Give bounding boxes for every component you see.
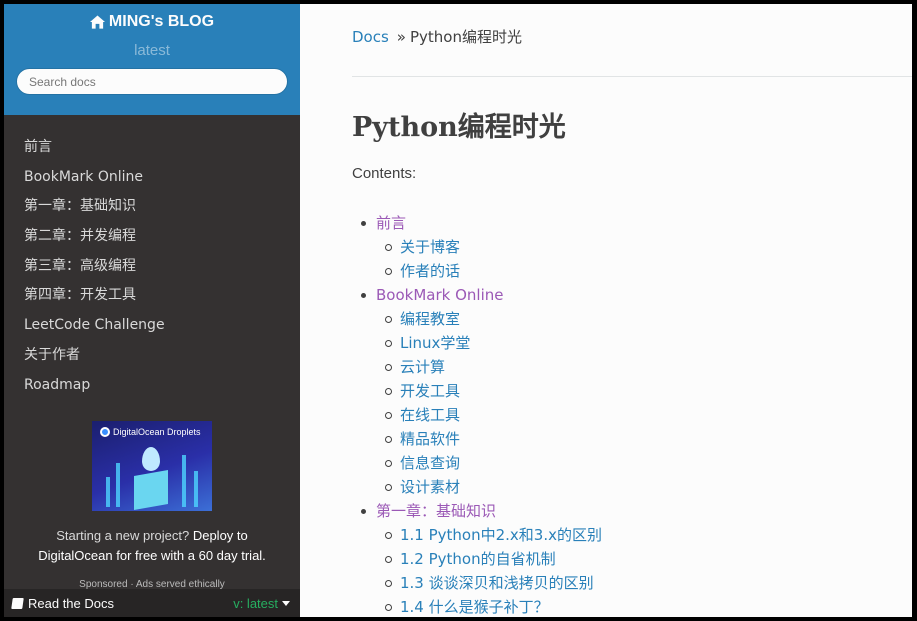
toc-subsection-link[interactable]: 关于博客: [352, 235, 602, 259]
browser-frame: MING's BLOG latest 前言 BookMark Online 第一…: [4, 4, 912, 617]
home-icon: [89, 15, 105, 29]
contents-label: Contents:: [352, 165, 417, 182]
sidebar-item-bookmark[interactable]: BookMark Online: [4, 163, 300, 193]
rtd-label: Read the Docs: [11, 595, 114, 611]
ad-deco-bar: [106, 477, 110, 508]
toc-subsection-link[interactable]: 信息查询: [352, 451, 602, 475]
search-input[interactable]: [16, 68, 288, 95]
toc-subsection-link[interactable]: 开发工具: [352, 379, 602, 403]
version-label: latest: [134, 42, 170, 59]
sidebar-header: MING's BLOG latest: [4, 4, 300, 115]
toc-subsection-link[interactable]: 1.1 Python中2.x和3.x的区别: [352, 523, 602, 547]
toc-subsection-link[interactable]: 精品软件: [352, 427, 602, 451]
rtd-label-text: Read the Docs: [28, 595, 114, 611]
droplet-icon: [142, 447, 160, 472]
book-icon: [11, 597, 24, 609]
brand-link[interactable]: MING's BLOG: [89, 13, 215, 31]
sidebar-item-chapter2[interactable]: 第二章：并发编程: [4, 222, 300, 252]
ad-deco-bar: [182, 455, 186, 508]
toc-section-link[interactable]: BookMark Online: [352, 283, 602, 307]
brand-title: MING's BLOG: [108, 13, 215, 30]
toc-subsection-link[interactable]: Linux学堂: [352, 331, 602, 355]
toc-subsection-link[interactable]: 1.2 Python的自省机制: [352, 547, 602, 571]
toc-section-link[interactable]: 第一章：基础知识: [352, 499, 602, 523]
toc-subsection-link[interactable]: 作者的话: [352, 259, 602, 283]
ad-cube: [134, 470, 168, 511]
sidebar-item-leetcode[interactable]: LeetCode Challenge: [4, 311, 300, 341]
sidebar-item-roadmap[interactable]: Roadmap: [4, 371, 300, 401]
toc-subsection-link[interactable]: 在线工具: [352, 403, 602, 427]
toc-list: 前言 关于博客 作者的话 BookMark Online 编程教室 Linux学堂 云计算开…: [352, 211, 602, 617]
sponsor-ad: DigitalOcean Droplets Starting a new pro…: [4, 421, 300, 590]
sidebar-item-chapter1[interactable]: 第一章：基础知识: [4, 192, 300, 222]
version-switcher-label: v: latest: [233, 595, 278, 611]
sidebar-nav: 前言 BookMark Online 第一章：基础知识 第二章：并发编程 第三章…: [4, 133, 300, 400]
read-the-docs-bar[interactable]: Read the Docs v: latest: [4, 589, 300, 617]
ad-image-title-text: DigitalOcean Droplets: [113, 427, 201, 438]
page-title: Python编程时光: [352, 112, 566, 143]
main-content: Docs» Python编程时光 Python编程时光 Contents: 前言关…: [300, 4, 912, 617]
caret-down-icon: [282, 600, 290, 606]
sidebar-item-preface[interactable]: 前言: [4, 133, 300, 163]
toc-subsection-link[interactable]: 设计素材: [352, 475, 602, 499]
sidebar: MING's BLOG latest 前言 BookMark Online 第一…: [4, 4, 300, 617]
breadcrumb-docs-link[interactable]: Docs: [352, 28, 389, 46]
ad-deco-bar: [116, 463, 120, 508]
toc-section-link[interactable]: 前言: [352, 211, 602, 235]
divider: [352, 76, 912, 77]
digitalocean-logo-icon: [100, 427, 110, 438]
breadcrumb: Docs » Python编程时光: [352, 26, 522, 47]
version-switcher[interactable]: v: latest: [233, 596, 290, 611]
toc-subsection-link[interactable]: 编程教室: [352, 307, 602, 331]
toc-subsection-link[interactable]: 1.3 谈谈深贝和浅拷贝的区别: [352, 571, 602, 595]
ad-deco-bar: [194, 471, 198, 508]
toc-subsection-link[interactable]: 云计算: [352, 355, 602, 379]
breadcrumb-separator: »: [396, 28, 406, 46]
ad-text[interactable]: Starting a new project? Deploy to Digita…: [4, 526, 300, 566]
ad-text-plain: Starting a new project?: [56, 528, 193, 544]
sidebar-item-about[interactable]: 关于作者: [4, 341, 300, 371]
toc-subsection-link[interactable]: 1.4 什么是猴子补丁？: [352, 595, 602, 617]
ad-image-title: DigitalOcean Droplets: [100, 427, 201, 438]
sidebar-item-chapter4[interactable]: 第四章：开发工具: [4, 281, 300, 311]
sidebar-item-chapter3[interactable]: 第三章：高级编程: [4, 252, 300, 282]
ad-image[interactable]: DigitalOcean Droplets: [92, 421, 212, 512]
breadcrumb-current: Python编程时光: [409, 28, 522, 46]
